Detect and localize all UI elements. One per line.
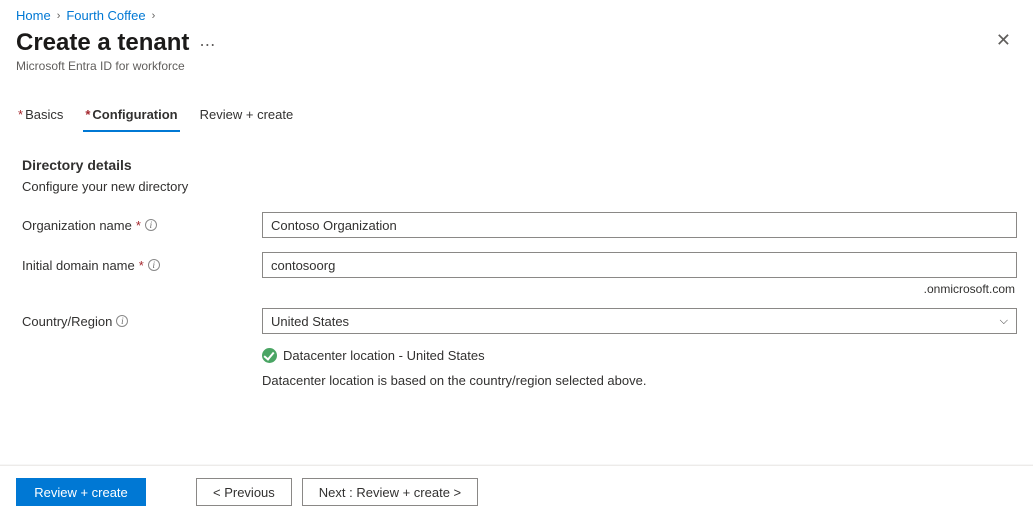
org-name-label: Organization name * i	[16, 218, 262, 233]
datacenter-note: Datacenter location is based on the coun…	[262, 373, 1017, 388]
domain-name-label: Initial domain name * i	[16, 258, 262, 273]
footer-bar: Review + create < Previous Next : Review…	[0, 465, 1033, 518]
org-name-input[interactable]	[262, 212, 1017, 238]
page-subtitle: Microsoft Entra ID for workforce	[16, 59, 215, 73]
domain-name-input[interactable]	[262, 252, 1017, 278]
page-title: Create a tenant	[16, 29, 189, 57]
tabs: *Basics *Configuration Review + create	[16, 101, 1017, 133]
required-star-icon: *	[136, 218, 141, 233]
previous-button[interactable]: < Previous	[196, 478, 292, 506]
breadcrumb-parent[interactable]: Fourth Coffee	[66, 8, 145, 23]
tab-review-create[interactable]: Review + create	[198, 101, 296, 132]
chevron-right-icon: ›	[152, 10, 156, 22]
section-description: Configure your new directory	[22, 179, 1017, 194]
checkmark-icon	[262, 348, 277, 363]
info-icon[interactable]: i	[116, 315, 128, 327]
required-star-icon: *	[85, 107, 90, 122]
tab-configuration[interactable]: *Configuration	[83, 101, 179, 132]
tab-basics[interactable]: *Basics	[16, 101, 65, 132]
tab-label: Basics	[25, 107, 63, 122]
label-text: Initial domain name	[22, 258, 135, 273]
datacenter-location: Datacenter location - United States	[283, 348, 485, 363]
chevron-down-icon: ⌵	[1000, 315, 1008, 328]
tab-label: Configuration	[92, 107, 177, 122]
breadcrumb-home[interactable]: Home	[16, 8, 51, 23]
country-label: Country/Region i	[16, 314, 262, 329]
chevron-right-icon: ›	[57, 10, 61, 22]
required-star-icon: *	[18, 107, 23, 122]
section-heading: Directory details	[22, 157, 1017, 173]
label-text: Country/Region	[22, 314, 112, 329]
info-icon[interactable]: i	[148, 259, 160, 271]
breadcrumb: Home › Fourth Coffee ›	[16, 8, 1017, 23]
tab-label: Review + create	[200, 107, 294, 122]
close-icon[interactable]: ✕	[990, 27, 1017, 53]
country-select[interactable]: United States ⌵	[262, 308, 1017, 334]
label-text: Organization name	[22, 218, 132, 233]
next-button[interactable]: Next : Review + create >	[302, 478, 478, 506]
domain-suffix: .onmicrosoft.com	[924, 282, 1015, 296]
info-icon[interactable]: i	[145, 219, 157, 231]
required-star-icon: *	[139, 258, 144, 273]
country-value: United States	[271, 314, 349, 329]
review-create-button[interactable]: Review + create	[16, 478, 146, 506]
more-icon[interactable]: ⋯	[199, 29, 215, 55]
